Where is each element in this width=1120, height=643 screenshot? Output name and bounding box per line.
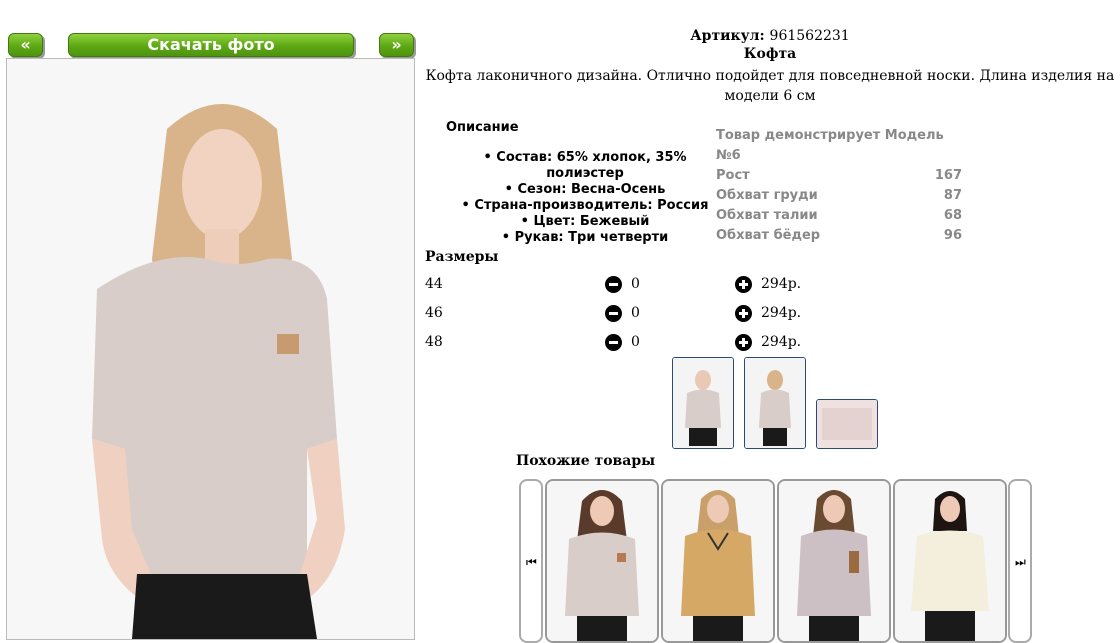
size-label: 46 bbox=[425, 305, 443, 321]
size-quantity: 0 bbox=[631, 305, 640, 321]
similar-product-image bbox=[547, 481, 657, 641]
size-quantity: 0 bbox=[631, 276, 640, 292]
thumbnail-side[interactable] bbox=[744, 357, 806, 449]
description-item: Сезон: Весна-Осень bbox=[445, 182, 725, 198]
similar-product-image bbox=[779, 481, 889, 641]
article-line: Артикул: 961562231 bbox=[420, 28, 1120, 44]
article-value: 961562231 bbox=[769, 28, 850, 44]
similar-product-card[interactable] bbox=[661, 479, 775, 643]
model-row-waist: Обхват талии 68 bbox=[716, 206, 962, 226]
product-title: Кофта bbox=[743, 46, 797, 62]
similar-heading: Похожие товары bbox=[516, 453, 656, 469]
similar-next-button[interactable]: ⏭ bbox=[1008, 479, 1032, 643]
model-row-chest: Обхват груди 87 bbox=[716, 186, 962, 206]
next-photo-button[interactable]: » bbox=[379, 33, 414, 57]
similar-product-card[interactable] bbox=[893, 479, 1007, 643]
similar-prev-button[interactable]: ⏮ bbox=[519, 479, 543, 643]
main-product-photo[interactable] bbox=[6, 58, 415, 640]
minus-circle-icon[interactable] bbox=[605, 276, 622, 293]
article-label: Артикул: bbox=[690, 28, 765, 44]
model-photo-illustration bbox=[7, 59, 414, 639]
similar-product-card[interactable] bbox=[545, 479, 659, 643]
similar-product-card[interactable] bbox=[777, 479, 891, 643]
minus-circle-icon[interactable] bbox=[605, 305, 622, 322]
size-label: 48 bbox=[425, 334, 443, 350]
skip-back-icon: ⏮ bbox=[526, 555, 537, 569]
description-item: Состав: 65% хлопок, 35% полиэстер bbox=[445, 150, 725, 182]
size-price: 294р. bbox=[761, 334, 802, 350]
model-param-value: 96 bbox=[943, 228, 962, 243]
model-heading-text: Товар демонстрирует Модель №6 bbox=[716, 128, 944, 163]
product-header: Артикул: 961562231 Кофта Кофта лаконично… bbox=[420, 28, 1120, 106]
model-heading: Товар демонстрирует Модель №6 bbox=[716, 126, 962, 166]
minus-circle-icon[interactable] bbox=[605, 334, 622, 351]
model-param-label: Обхват талии bbox=[716, 208, 818, 223]
similar-product-image bbox=[895, 481, 1005, 641]
plus-circle-icon[interactable] bbox=[735, 305, 752, 322]
description-item: Рукав: Три четверти bbox=[445, 230, 725, 246]
plus-circle-icon[interactable] bbox=[735, 276, 752, 293]
similar-product-image bbox=[663, 481, 773, 641]
size-row-48: 48 0 294р. bbox=[425, 332, 925, 354]
model-params: Товар демонстрирует Модель №6 Рост 167 Об… bbox=[716, 126, 962, 246]
model-param-value: 87 bbox=[943, 188, 962, 203]
model-param-value: 68 bbox=[943, 208, 962, 223]
size-row-46: 46 0 294р. bbox=[425, 303, 925, 325]
thumbnail-image bbox=[673, 358, 733, 448]
download-photo-button[interactable]: Скачать фото bbox=[68, 33, 354, 57]
skip-forward-icon: ⏭ bbox=[1015, 555, 1026, 569]
model-param-label: Обхват бёдер bbox=[716, 228, 821, 243]
model-param-label: Рост bbox=[716, 168, 750, 183]
size-price: 294р. bbox=[761, 276, 802, 292]
sizes-heading: Размеры bbox=[425, 249, 499, 265]
thumbnail-fabric[interactable] bbox=[816, 399, 878, 449]
thumbnail-image bbox=[817, 400, 877, 448]
size-row-44: 44 0 294р. bbox=[425, 274, 925, 296]
description-item: Страна-производитель: Россия bbox=[445, 198, 725, 214]
size-quantity: 0 bbox=[631, 334, 640, 350]
thumbnail-image bbox=[745, 358, 805, 448]
size-price: 294р. bbox=[761, 305, 802, 321]
model-param-value: 167 bbox=[934, 168, 962, 183]
thumbnail-front[interactable] bbox=[672, 357, 734, 449]
model-param-label: Обхват груди bbox=[716, 188, 818, 203]
description-heading: Описание bbox=[446, 120, 519, 135]
model-row-hips: Обхват бёдер 96 bbox=[716, 226, 962, 246]
plus-circle-icon[interactable] bbox=[735, 334, 752, 351]
prev-photo-button[interactable]: « bbox=[8, 33, 43, 57]
model-row-height: Рост 167 bbox=[716, 166, 962, 186]
description-list: Состав: 65% хлопок, 35% полиэстер Сезон:… bbox=[445, 150, 725, 246]
size-label: 44 bbox=[425, 276, 443, 292]
product-description: Кофта лаконичного дизайна. Отлично подой… bbox=[425, 68, 1115, 104]
description-item: Цвет: Бежевый bbox=[445, 214, 725, 230]
